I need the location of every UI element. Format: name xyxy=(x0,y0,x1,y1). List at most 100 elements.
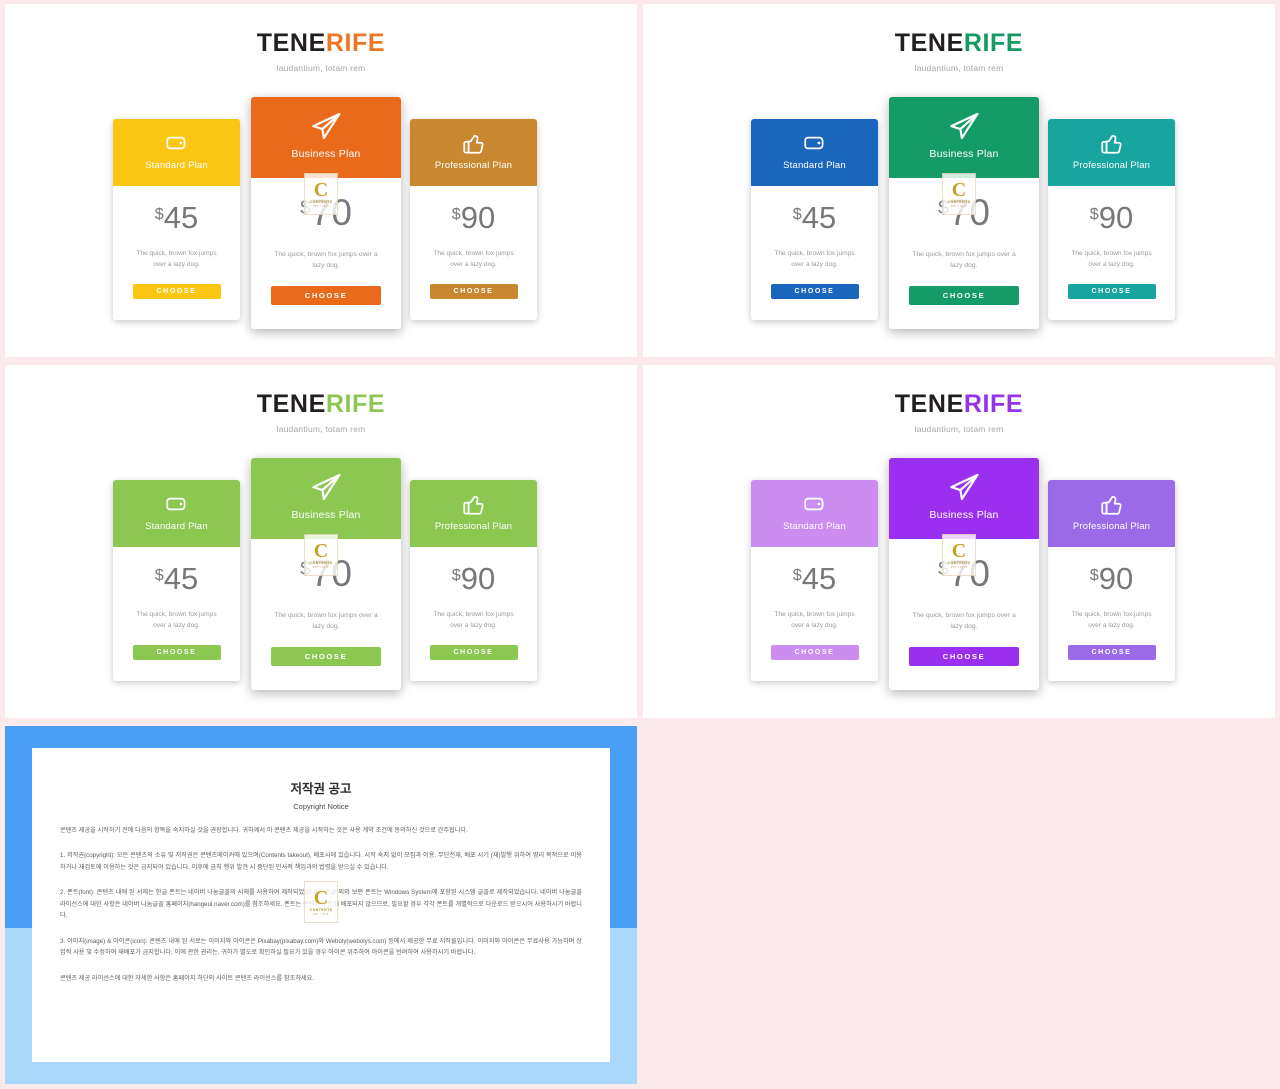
tag-icon xyxy=(803,136,823,150)
copyright-outro: 콘텐츠 제공 라이선스에 대한 자세한 사항은 홈페이지 하단의 사이트 콘텐츠… xyxy=(60,974,315,982)
currency-symbol: $ xyxy=(154,204,164,223)
currency-symbol: $ xyxy=(792,204,802,223)
paper-plane-icon xyxy=(950,112,979,140)
currency-symbol: $ xyxy=(154,565,164,584)
brand-subtitle: laudantium, totam rem xyxy=(914,63,1004,73)
pricing-card-professional-plan[interactable]: Professional Plan $90 The quick, brown fox… xyxy=(1048,480,1175,681)
brand-title-part1: TENE xyxy=(894,29,964,57)
choose-button[interactable]: CHOOSE xyxy=(429,283,518,299)
plan-name: Standard Plan xyxy=(783,160,846,171)
card-header: Professional Plan xyxy=(410,480,537,547)
copyright-title-en: Copyright Notice xyxy=(293,802,349,811)
copyright-section-2: 2. 폰트(font): 콘텐츠 내에 된 서체는 한글 폰트는 네이버 나눔글… xyxy=(60,889,582,920)
presentation-canvas: TENERIFE laudantium, totam rem Standard Pl… xyxy=(0,0,1280,1089)
card-header: Professional Plan xyxy=(1048,119,1175,186)
plan-description: The quick, brown fox jumps over a lazy d… xyxy=(136,611,217,629)
tag-icon xyxy=(803,497,823,511)
card-header: Business Plan xyxy=(889,458,1039,539)
pricing-card-standard-plan[interactable]: Standard Plan $45 The quick, brown fox jum… xyxy=(751,480,878,681)
card-body: $90 The quick, brown fox jumps over a laz… xyxy=(410,186,537,299)
plan-name: Standard Plan xyxy=(145,160,208,171)
plan-description: The quick, brown fox jumps over a lazy d… xyxy=(912,251,1016,270)
brand-subtitle: laudantium, totam rem xyxy=(914,424,1004,434)
card-header: Professional Plan xyxy=(410,119,537,186)
card-header: Standard Plan xyxy=(113,480,240,547)
copyright-section-3: 3. 이미지(image) & 아이콘(icon): 콘텐츠 내에 된 서로는 … xyxy=(60,937,582,957)
plan-price: $90 xyxy=(1089,561,1134,596)
plan-name: Professional Plan xyxy=(434,160,513,171)
pricing-card-standard-plan[interactable]: Standard Plan $45 The quick, brown fox jum… xyxy=(113,119,240,320)
choose-button[interactable]: CHOOSE xyxy=(909,647,1019,667)
choose-button[interactable]: CHOOSE xyxy=(1067,283,1156,299)
paper-plane-icon xyxy=(312,112,341,140)
slide-orange[interactable]: TENERIFE laudantium, totam rem Standard Pl… xyxy=(5,4,637,357)
pricing-card-business-plan[interactable]: Business Plan $70 The quick, brown fox jum… xyxy=(251,458,401,690)
copyright-title-ko: 저작권 공고 xyxy=(290,782,352,796)
slide-green[interactable]: TENERIFE laudantium, totam rem Standard Pl… xyxy=(643,4,1275,357)
slide-brand-header: TENERIFE laudantium, totam rem xyxy=(5,4,637,74)
slide-brand-header: TENERIFE laudantium, totam rem xyxy=(5,365,637,435)
brand-title: TENERIFE xyxy=(643,392,1275,417)
choose-button[interactable]: CHOOSE xyxy=(271,286,381,306)
currency-symbol: $ xyxy=(1089,565,1099,584)
pricing-card-row: Standard Plan $45 The quick, brown fox jum… xyxy=(643,458,1275,708)
choose-button[interactable]: CHOOSE xyxy=(271,647,381,667)
plan-price: $45 xyxy=(154,200,199,235)
thumbs-up-icon xyxy=(462,134,484,154)
choose-button[interactable]: CHOOSE xyxy=(909,286,1019,306)
brand-title-part2: RIFE xyxy=(963,29,1024,57)
slide-brand-header: TENERIFE laudantium, totam rem xyxy=(643,4,1275,74)
plan-price: $70 xyxy=(938,553,990,594)
copyright-slide[interactable]: 저작권 공고 Copyright Notice 콘텐츠 제공을 시작하기 전에 … xyxy=(5,726,637,1084)
card-body: $45 The quick, brown fox jumps over a laz… xyxy=(113,547,240,660)
brand-title-part2: RIFE xyxy=(963,390,1024,418)
pricing-card-professional-plan[interactable]: Professional Plan $90 The quick, brown fox… xyxy=(1048,119,1175,320)
pricing-card-row: Standard Plan $45 The quick, brown fox jum… xyxy=(5,458,637,708)
brand-title-part1: TENE xyxy=(256,29,326,57)
choose-button[interactable]: CHOOSE xyxy=(132,283,221,299)
plan-description: The quick, brown fox jumps over a lazy d… xyxy=(1071,250,1152,268)
card-header: Business Plan xyxy=(251,97,401,178)
plan-name: Business Plan xyxy=(929,148,999,160)
card-body: $70 The quick, brown fox jumps over a laz… xyxy=(251,178,401,306)
plan-description: The quick, brown fox jumps over a lazy d… xyxy=(1071,611,1152,629)
plan-description: The quick, brown fox jumps over a lazy d… xyxy=(433,250,514,268)
choose-button[interactable]: CHOOSE xyxy=(429,644,518,660)
pricing-card-professional-plan[interactable]: Professional Plan $90 The quick, brown fox… xyxy=(410,480,537,681)
pricing-card-business-plan[interactable]: Business Plan $70 The quick, brown fox jum… xyxy=(889,458,1039,690)
brand-title: TENERIFE xyxy=(643,31,1275,56)
choose-button[interactable]: CHOOSE xyxy=(1067,644,1156,660)
currency-symbol: $ xyxy=(451,565,461,584)
pricing-card-standard-plan[interactable]: Standard Plan $45 The quick, brown fox jum… xyxy=(113,480,240,681)
plan-price: $70 xyxy=(938,192,990,233)
plan-price: $90 xyxy=(1089,200,1134,235)
copyright-intro: 콘텐츠 제공을 시작하기 전에 다음의 항목을 숙지하실 것을 권장합니다. 귀… xyxy=(60,827,468,834)
plan-name: Professional Plan xyxy=(1072,160,1151,171)
card-body: $90 The quick, brown fox jumps over a laz… xyxy=(410,547,537,660)
slide-purple[interactable]: TENERIFE laudantium, totam rem Standard Pl… xyxy=(643,365,1275,718)
slide-lime[interactable]: TENERIFE laudantium, totam rem Standard Pl… xyxy=(5,365,637,718)
pricing-card-business-plan[interactable]: Business Plan $70 The quick, brown fox jum… xyxy=(889,97,1039,329)
card-body: $45 The quick, brown fox jumps over a laz… xyxy=(113,186,240,299)
plan-description: The quick, brown fox jumps over a lazy d… xyxy=(274,612,378,631)
plan-name: Professional Plan xyxy=(434,521,513,532)
plan-price: $45 xyxy=(792,200,837,235)
pricing-card-business-plan[interactable]: Business Plan $70 The quick, brown fox jum… xyxy=(251,97,401,329)
choose-button[interactable]: CHOOSE xyxy=(132,644,221,660)
brand-subtitle: laudantium, totam rem xyxy=(276,424,366,434)
currency-symbol: $ xyxy=(938,197,949,219)
brand-title-part1: TENE xyxy=(894,390,964,418)
card-body: $45 The quick, brown fox jumps over a laz… xyxy=(751,547,878,660)
plan-price: $90 xyxy=(451,200,496,235)
pricing-card-standard-plan[interactable]: Standard Plan $45 The quick, brown fox jum… xyxy=(751,119,878,320)
card-body: $90 The quick, brown fox jumps over a laz… xyxy=(1048,186,1175,299)
slide-brand-header: TENERIFE laudantium, totam rem xyxy=(643,365,1275,435)
plan-description: The quick, brown fox jumps over a lazy d… xyxy=(433,611,514,629)
thumbs-up-icon xyxy=(1100,495,1122,515)
brand-title-part2: RIFE xyxy=(325,29,386,57)
pricing-card-professional-plan[interactable]: Professional Plan $90 The quick, brown fox… xyxy=(410,119,537,320)
brand-subtitle: laudantium, totam rem xyxy=(276,63,366,73)
card-body: $45 The quick, brown fox jumps over a laz… xyxy=(751,186,878,299)
choose-button[interactable]: CHOOSE xyxy=(770,283,859,299)
choose-button[interactable]: CHOOSE xyxy=(770,644,859,660)
